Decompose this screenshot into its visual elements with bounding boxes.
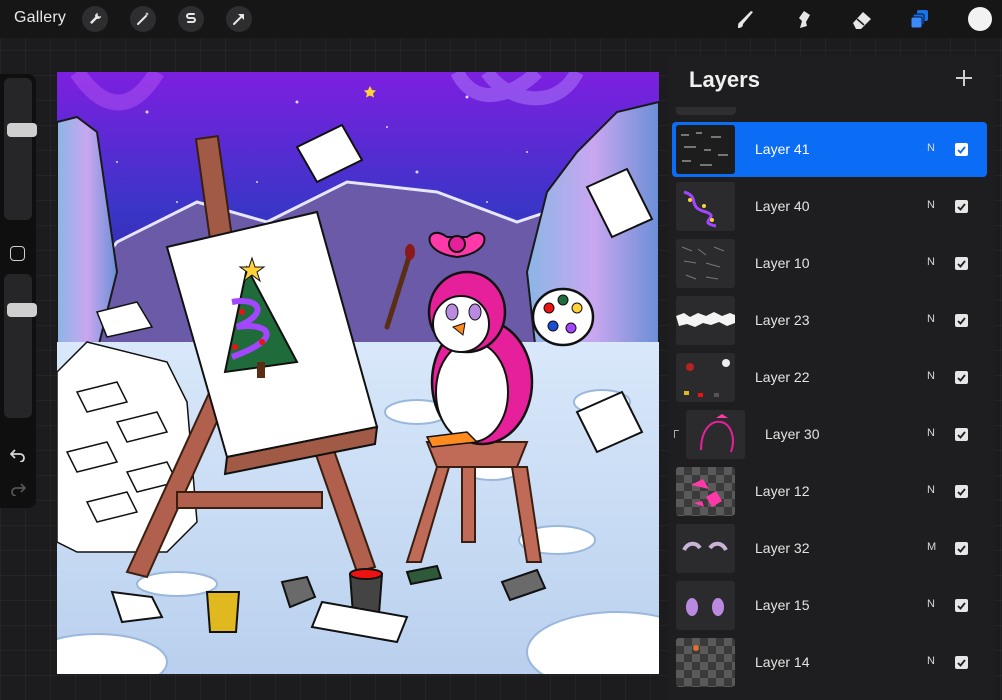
- checkmark-icon: [957, 202, 966, 211]
- layer-thumbnail[interactable]: [676, 467, 735, 516]
- checkmark-icon: [957, 259, 966, 268]
- artwork-illustration: [57, 72, 659, 674]
- checkmark-icon: [957, 430, 966, 439]
- clipping-mask-icon: [674, 430, 679, 438]
- layer-thumbnail[interactable]: [676, 581, 735, 630]
- layer-row[interactable]: Layer 32 M: [672, 521, 987, 576]
- layer-thumbnail[interactable]: [676, 182, 735, 231]
- layer-name: Layer 40: [755, 198, 810, 214]
- wrench-icon[interactable]: [82, 6, 108, 32]
- layer-name: Layer 12: [755, 483, 810, 499]
- layer-row[interactable]: Layer 22 N: [672, 350, 987, 405]
- opacity-slider[interactable]: [4, 274, 37, 418]
- checkmark-icon: [957, 373, 966, 382]
- layer-row[interactable]: Layer 41 N: [672, 122, 987, 177]
- blend-mode-button[interactable]: N: [927, 256, 935, 268]
- opacity-handle[interactable]: [7, 303, 37, 317]
- layer-row[interactable]: Layer 10 N: [672, 236, 987, 291]
- visibility-checkbox[interactable]: [955, 485, 968, 498]
- layer-name: Layer 22: [755, 369, 810, 385]
- visibility-checkbox[interactable]: [955, 143, 968, 156]
- brush-size-slider[interactable]: [4, 78, 37, 220]
- transform-arrow-icon[interactable]: [226, 6, 252, 32]
- plus-icon: [956, 70, 972, 86]
- blend-mode-button[interactable]: N: [927, 199, 935, 211]
- modify-button[interactable]: [10, 246, 25, 261]
- layer-thumbnail[interactable]: [676, 353, 735, 402]
- checkmark-icon: [957, 601, 966, 610]
- blend-mode-button[interactable]: N: [927, 655, 935, 667]
- layer-thumbnail[interactable]: [686, 410, 745, 459]
- smudge-icon[interactable]: [790, 5, 818, 33]
- eraser-icon[interactable]: [848, 5, 876, 33]
- visibility-checkbox[interactable]: [955, 200, 968, 213]
- blend-mode-button[interactable]: N: [927, 598, 935, 610]
- checkmark-icon: [957, 544, 966, 553]
- top-toolbar: Gallery: [0, 0, 1002, 38]
- layer-name: Layer 23: [755, 312, 810, 328]
- checkmark-icon: [957, 658, 966, 667]
- checkmark-icon: [957, 487, 966, 496]
- blend-mode-button[interactable]: N: [927, 484, 935, 496]
- layers-panel-title: Layers: [689, 67, 760, 92]
- blend-mode-button[interactable]: N: [927, 313, 935, 325]
- layer-name: Layer 10: [755, 255, 810, 271]
- layer-name: Layer 41: [755, 141, 810, 157]
- layer-name: Layer 30: [765, 426, 820, 442]
- checkmark-icon: [957, 145, 966, 154]
- layer-thumbnail[interactable]: [676, 524, 735, 573]
- visibility-checkbox[interactable]: [955, 371, 968, 384]
- visibility-checkbox[interactable]: [955, 542, 968, 555]
- layer-row[interactable]: Layer 14 N: [672, 635, 987, 690]
- checkmark-icon: [957, 316, 966, 325]
- layer-thumbnail[interactable]: [676, 638, 735, 687]
- layer-row[interactable]: Layer 12 N: [672, 464, 987, 519]
- drawing-canvas[interactable]: [57, 72, 659, 674]
- layer-row[interactable]: Layer 23 N: [672, 293, 987, 348]
- layer-row[interactable]: Layer 15 N: [672, 578, 987, 633]
- layer-name: Layer 15: [755, 597, 810, 613]
- visibility-checkbox[interactable]: [955, 599, 968, 612]
- blend-mode-button[interactable]: N: [927, 427, 935, 439]
- layer-row-partial: [676, 107, 736, 115]
- blend-mode-button[interactable]: M: [927, 541, 936, 553]
- layer-name: Layer 14: [755, 654, 810, 670]
- visibility-checkbox[interactable]: [955, 428, 968, 441]
- layer-thumbnail[interactable]: [676, 239, 735, 288]
- blend-mode-button[interactable]: N: [927, 370, 935, 382]
- brush-icon[interactable]: [732, 5, 760, 33]
- selection-icon[interactable]: [178, 6, 204, 32]
- brush-size-handle[interactable]: [7, 123, 37, 137]
- layer-row[interactable]: Layer 30 N: [672, 407, 987, 462]
- color-picker-button[interactable]: [968, 7, 992, 31]
- visibility-checkbox[interactable]: [955, 656, 968, 669]
- layer-name: Layer 32: [755, 540, 810, 556]
- layers-icon[interactable]: [906, 5, 934, 33]
- undo-icon[interactable]: [8, 446, 28, 464]
- layer-thumbnail[interactable]: [676, 125, 735, 174]
- layers-panel: Layers Layer 41 N Layer 40 N Layer 10 N Layer …: [668, 55, 995, 700]
- visibility-checkbox[interactable]: [955, 257, 968, 270]
- add-layer-button[interactable]: [951, 65, 977, 91]
- redo-icon[interactable]: [8, 480, 28, 498]
- blend-mode-button[interactable]: N: [927, 142, 935, 154]
- layer-thumbnail[interactable]: [676, 296, 735, 345]
- left-sidebar: [0, 74, 37, 508]
- visibility-checkbox[interactable]: [955, 314, 968, 327]
- gallery-button[interactable]: Gallery: [14, 9, 66, 27]
- magic-wand-icon[interactable]: [130, 6, 156, 32]
- layer-row[interactable]: Layer 40 N: [672, 179, 987, 234]
